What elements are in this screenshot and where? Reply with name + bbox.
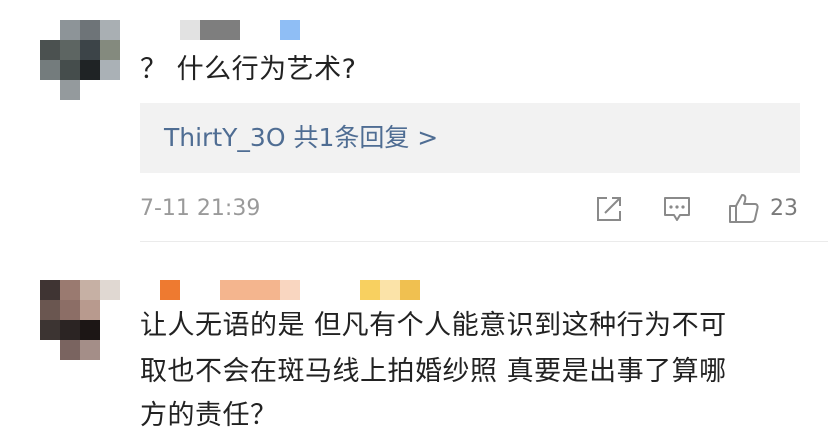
comment-icon[interactable] (662, 194, 692, 224)
username-mosaic[interactable] (280, 280, 300, 300)
avatar-pixel (40, 340, 60, 360)
username-mosaic[interactable] (200, 20, 240, 40)
avatar-pixel (80, 300, 100, 320)
avatar-pixel (60, 20, 80, 40)
avatar-pixel (40, 320, 60, 340)
comment-text-line: 让人无语的是 但凡有个人能意识到这种行为不可 (140, 310, 727, 341)
username-mosaic[interactable] (180, 20, 200, 40)
avatar[interactable] (40, 20, 120, 100)
avatar-pixel (100, 20, 120, 40)
username-mosaic[interactable] (160, 280, 180, 300)
avatar-pixel (100, 280, 120, 300)
avatar-pixel (40, 60, 60, 80)
avatar-pixel (40, 40, 60, 60)
comment-text: ？ 什么行为艺术? (140, 54, 357, 85)
avatar-pixel (100, 40, 120, 60)
avatar[interactable] (40, 280, 120, 360)
divider (140, 241, 828, 242)
user-badge-icon (280, 20, 300, 40)
comment-timestamp: 7-11 21:39 (140, 196, 261, 221)
user-badge-icon (360, 280, 380, 300)
avatar-pixel (40, 300, 60, 320)
avatar-pixel (60, 280, 80, 300)
avatar-pixel (40, 20, 60, 40)
avatar-pixel (60, 300, 80, 320)
avatar-pixel (80, 340, 100, 360)
avatar-pixel (40, 80, 60, 100)
thumbs-up-icon[interactable] (728, 191, 760, 225)
avatar-pixel (100, 60, 120, 80)
comment-text-line: 方的责任？ (140, 400, 278, 431)
reply-summary-link[interactable]: ThirtY_3O 共1条回复 > (164, 120, 438, 156)
avatar-pixel (60, 340, 80, 360)
avatar-pixel (80, 80, 100, 100)
avatar-pixel (60, 40, 80, 60)
avatar-pixel (80, 20, 100, 40)
user-badge-icon (400, 280, 420, 300)
avatar-pixel (80, 320, 100, 340)
reply-summary-box[interactable]: ThirtY_3O 共1条回复 > (140, 103, 800, 173)
share-icon[interactable] (594, 194, 624, 224)
avatar-pixel (100, 340, 120, 360)
avatar-pixel (100, 300, 120, 320)
avatar-pixel (80, 280, 100, 300)
comment-text-line: 取也不会在斑马线上拍婚纱照 真要是出事了算哪 (140, 356, 727, 387)
avatar-pixel (100, 320, 120, 340)
user-badge-icon (380, 280, 400, 300)
avatar-pixel (60, 60, 80, 80)
avatar-pixel (80, 40, 100, 60)
username-mosaic[interactable] (220, 280, 280, 300)
avatar-pixel (60, 320, 80, 340)
avatar-pixel (60, 80, 80, 100)
avatar-pixel (40, 280, 60, 300)
like-count: 23 (770, 196, 798, 221)
avatar-pixel (80, 60, 100, 80)
avatar-pixel (100, 80, 120, 100)
